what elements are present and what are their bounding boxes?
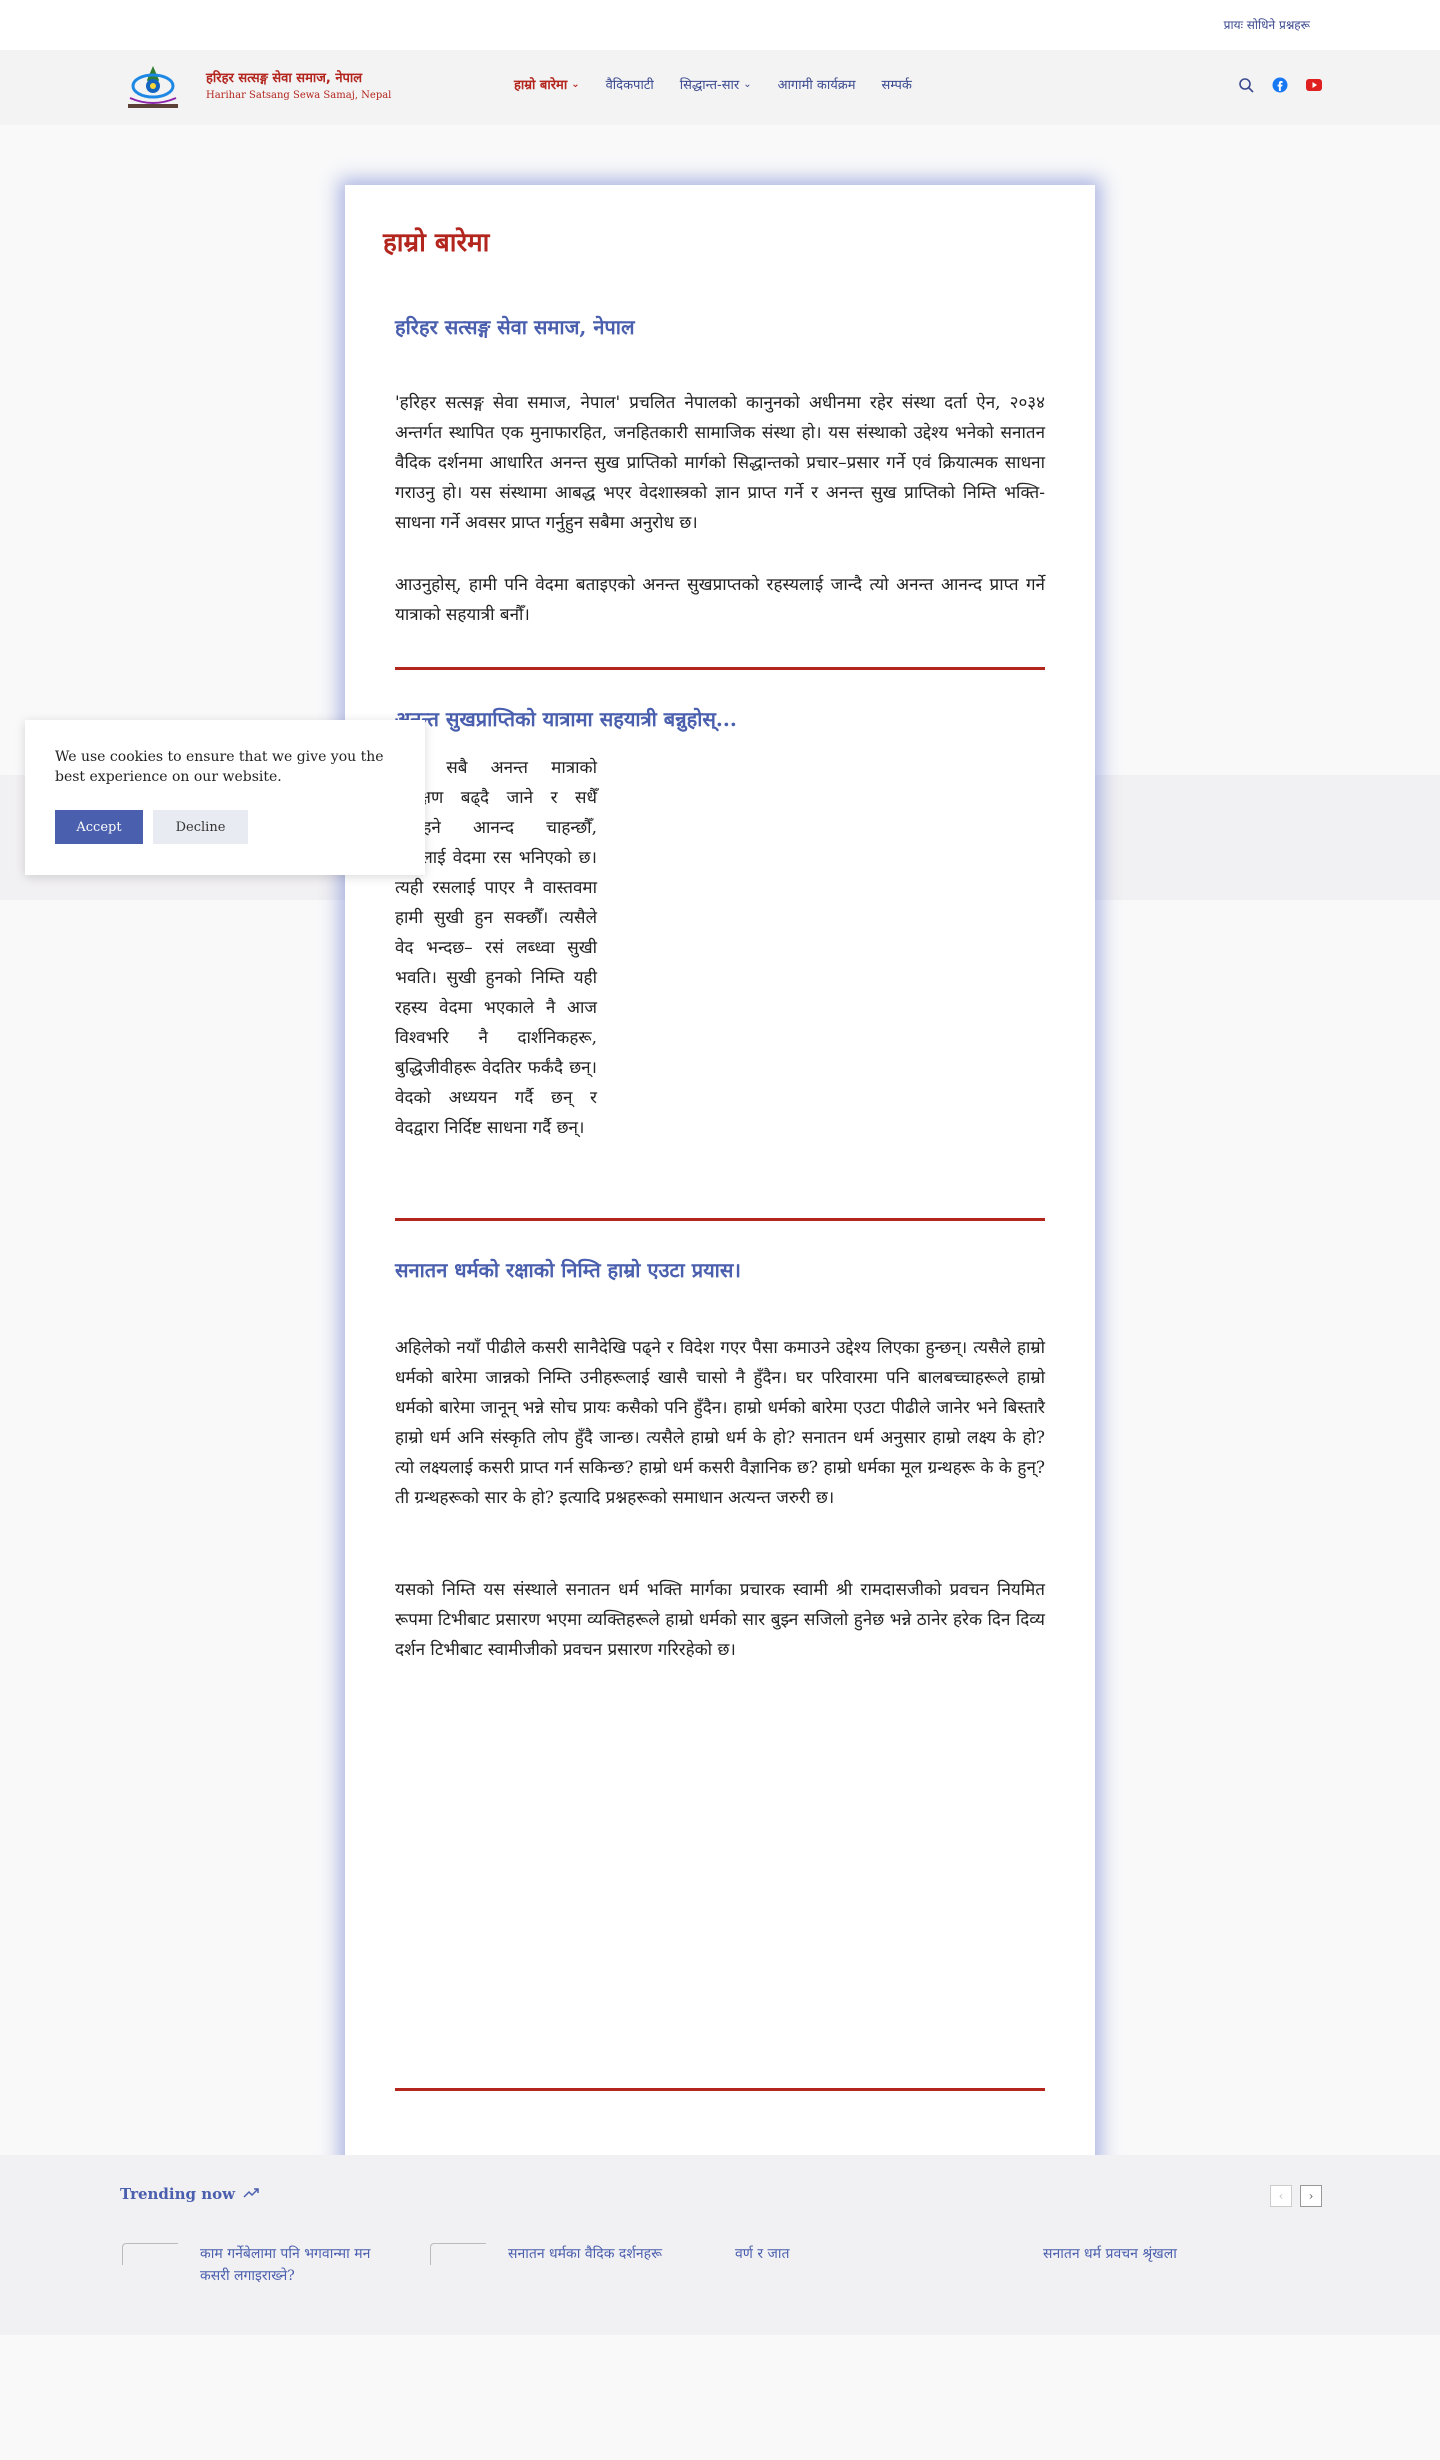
nav-item-about[interactable]: हाम्रो बारेमा ⌄ [514,75,580,93]
article-card: हाम्रो बारेमा हरिहर सत्सङ्ग सेवा समाज, न… [345,185,1095,2185]
paragraph-invitation: आउनुहोस्, हामी पनि वेदमा बताइएको अनन्त स… [395,575,1045,625]
top-bar: प्रायः सोधिने प्रश्नहरू [0,0,1440,50]
trending-up-icon [243,2185,259,2203]
trending-item[interactable]: काम गर्नेबेलामा पनि भगवान्मा मन कसरी लगा… [200,2243,390,2287]
nav-item-label: वैदिकपाटी [605,78,654,93]
accept-cookies-button[interactable]: Accept [55,810,143,844]
nav-item-upcoming-events[interactable]: आगामी कार्यक्रम [778,75,856,93]
section-heading-protection: सनातन धर्मको रक्षाको निम्ति हाम्रो एउटा … [395,1258,741,1282]
chevron-left-icon[interactable]: ‹ [1270,2185,1292,2207]
trending-item[interactable]: वर्ण र जात [735,2243,925,2265]
brand-title[interactable]: हरिहर सत्सङ्ग सेवा समाज, नेपाल [206,68,362,86]
carousel-arrows: ‹ › [1270,2185,1322,2207]
nav-item-contact[interactable]: सम्पर्क [882,75,912,93]
decline-cookies-button[interactable]: Decline [153,810,248,844]
search-icon[interactable] [1238,77,1254,93]
header-icons [1238,77,1322,93]
section-divider [395,1218,1045,1221]
chevron-right-icon[interactable]: › [1300,2185,1322,2207]
nav-item-label: आगामी कार्यक्रम [777,78,856,93]
youtube-icon[interactable] [1306,77,1322,93]
trending-section: Trending now ‹ › काम गर्नेबेलामा पनि भगव… [0,2155,1440,2335]
section-heading-journey: अनन्त सुखप्राप्तिको यात्रामा सहयात्री बन… [395,707,737,731]
faq-link[interactable]: प्रायः सोधिने प्रश्नहरू [1224,16,1310,33]
site-logo[interactable] [120,62,186,114]
trending-label: Trending now [120,2185,259,2203]
trending-thumbnail[interactable] [430,2243,486,2265]
nav-item-vedic-pati[interactable]: वैदिकपाटी [606,75,654,93]
chevron-down-icon: ⌄ [743,78,752,90]
facebook-icon[interactable] [1272,77,1288,93]
nav-item-label: हाम्रो बारेमा [514,78,568,93]
main-nav: हाम्रो बारेमा ⌄ वैदिकपाटी सिद्धान्त-सार … [514,75,912,93]
cookie-banner: We use cookies to ensure that we give yo… [25,720,425,875]
site-header: हरिहर सत्सङ्ग सेवा समाज, नेपाल Harihar S… [0,50,1440,125]
cookie-message: We use cookies to ensure that we give yo… [55,749,384,785]
paragraph-broadcast: यसको निम्ति यस संस्थाले सनातन धर्म भक्ति… [395,1580,1045,1660]
paragraph-intro: 'हरिहर सत्सङ्ग सेवा समाज, नेपाल' प्रचलित… [395,393,1045,533]
paragraph-new-generation: अहिलेको नयाँ पीढीले कसरी सानैदेखि पढ्ने … [395,1338,1045,1508]
nav-item-siddhanta-sar[interactable]: सिद्धान्त-सार ⌄ [680,75,752,93]
section-divider [395,667,1045,670]
nav-item-label: सम्पर्क [881,78,912,93]
section-heading-organization: हरिहर सत्सङ्ग सेवा समाज, नेपाल [395,315,635,339]
brand-subtitle: Harihar Satsang Sewa Samaj, Nepal [206,90,392,101]
page-title: हाम्रो बारेमा [383,228,490,258]
section-divider [395,2088,1045,2091]
page-footer [0,2335,1440,2460]
trending-item[interactable]: सनातन धर्म प्रवचन श्रृंखला [1043,2243,1243,2265]
trending-title: Trending now [120,2185,236,2203]
trending-thumbnail[interactable] [122,2243,178,2265]
paragraph-journey: हामी सबै अनन्त मात्राको प्रतिक्षण बढ्दै … [395,758,597,1138]
nav-item-label: सिद्धान्त-सार [679,78,740,93]
chevron-down-icon: ⌄ [571,78,580,90]
trending-item[interactable]: सनातन धर्मका वैदिक दर्शनहरू [508,2243,698,2265]
